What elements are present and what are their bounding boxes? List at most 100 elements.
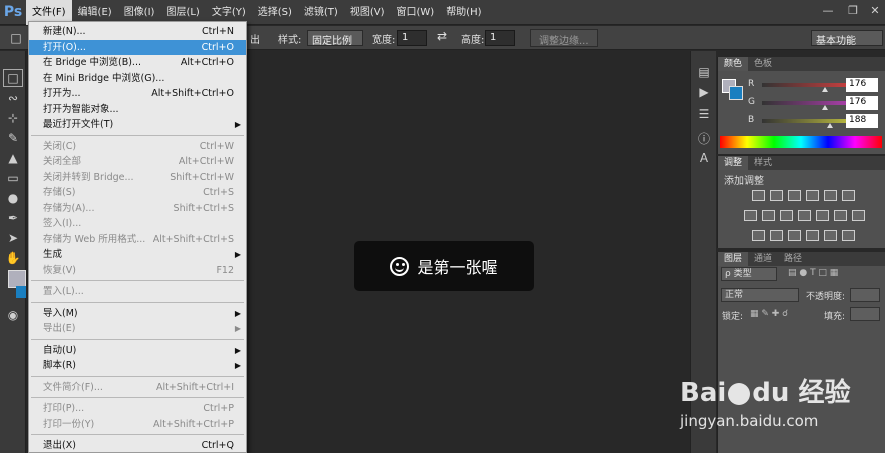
adjustment-preset-icon[interactable]: [806, 190, 819, 201]
file-menu-item: 置入(L)...: [29, 284, 246, 299]
marquee-preset-icon[interactable]: □: [6, 29, 26, 47]
color-slider-g[interactable]: G 176: [718, 95, 885, 113]
filter-icons[interactable]: ▤ ● T □ ▦: [788, 268, 838, 278]
file-menu-item[interactable]: 新建(N)... Ctrl+N: [29, 24, 246, 39]
file-menu-item[interactable]: 脚本(R) ▶: [29, 358, 246, 373]
character-icon[interactable]: A: [694, 149, 714, 167]
file-menu-item[interactable]: 打开(O)... Ctrl+O: [29, 39, 246, 55]
tab-styles[interactable]: 样式: [748, 156, 778, 170]
file-menu-item: 签入(I)...: [29, 216, 246, 231]
background-color-swatch[interactable]: [16, 286, 26, 298]
swap-icon[interactable]: ⇄: [437, 29, 447, 43]
quick-mask-icon[interactable]: ◉: [3, 306, 23, 324]
lock-icons[interactable]: ▦ ✎ ✚ ☌: [750, 309, 788, 319]
submenu-arrow-icon: ▶: [234, 345, 241, 355]
path-select-tool-icon[interactable]: ➤: [3, 229, 23, 247]
file-menu-item[interactable]: 自动(U) ▶: [29, 343, 246, 358]
menu-item[interactable]: 视图(V): [344, 0, 391, 25]
slider-value-input[interactable]: 176: [846, 96, 878, 110]
file-menu-item[interactable]: 最近打开文件(T) ▶: [29, 117, 246, 132]
slider-value-input[interactable]: 188: [846, 114, 878, 128]
adjustment-preset-icon[interactable]: [852, 210, 865, 221]
pen-tool-icon[interactable]: ✒: [3, 209, 23, 227]
slider-knob[interactable]: [822, 105, 829, 110]
menu-item-label: 导入(M): [43, 307, 78, 319]
blend-mode-select[interactable]: 正常: [721, 288, 799, 302]
info-icon[interactable]: ⓘ: [694, 129, 714, 147]
width-input[interactable]: 1: [397, 30, 427, 46]
slider-value-input[interactable]: 176: [846, 78, 878, 92]
tab-color[interactable]: 颜色: [718, 57, 749, 71]
height-input[interactable]: 1: [485, 30, 515, 46]
adjustment-preset-icon[interactable]: [824, 230, 837, 241]
hand-tool-icon[interactable]: ✋: [3, 249, 23, 267]
menu-item[interactable]: 选择(S): [252, 0, 298, 25]
adjustment-preset-icon[interactable]: [752, 230, 765, 241]
tab-swatches[interactable]: 色板: [748, 57, 778, 71]
file-menu-item[interactable]: 打开为智能对象...: [29, 102, 246, 117]
file-menu-item[interactable]: 生成 ▶: [29, 247, 246, 262]
menu-item[interactable]: 帮助(H): [440, 0, 487, 25]
adjustment-preset-icon[interactable]: [816, 210, 829, 221]
adjustment-preset-icon[interactable]: [752, 190, 765, 201]
eraser-tool-icon[interactable]: ▭: [3, 169, 23, 187]
adjustment-preset-icon[interactable]: [834, 210, 847, 221]
adjustment-preset-icon[interactable]: [824, 190, 837, 201]
menu-item[interactable]: 滤镜(T): [298, 0, 344, 25]
color-panel: 颜色 色板 R 176 G 176 B 188: [717, 57, 885, 154]
opacity-input[interactable]: [850, 288, 880, 302]
file-menu-item[interactable]: 导入(M) ▶: [29, 306, 246, 321]
color-slider-b[interactable]: B 188: [718, 113, 885, 131]
history-icon[interactable]: ▤: [694, 63, 714, 81]
file-menu-item[interactable]: 打开为... Alt+Shift+Ctrl+O: [29, 86, 246, 101]
marquee-tool-icon[interactable]: □: [3, 69, 23, 87]
style-select[interactable]: 固定比例: [307, 30, 363, 47]
adjustment-preset-icon[interactable]: [770, 190, 783, 201]
adjustment-preset-icon[interactable]: [762, 210, 775, 221]
workspace-select[interactable]: 基本功能: [811, 30, 883, 47]
fill-input[interactable]: [850, 307, 880, 321]
adjustment-preset-icon[interactable]: [842, 190, 855, 201]
menu-item-label: 打印一份(Y): [43, 418, 95, 430]
fill-label: 填充:: [824, 312, 846, 322]
adjustment-preset-icon[interactable]: [798, 210, 811, 221]
file-menu-item[interactable]: 在 Bridge 中浏览(B)... Alt+Ctrl+O: [29, 55, 246, 70]
tab-channels[interactable]: 通道: [748, 252, 778, 266]
tab-adjustments[interactable]: 调整: [718, 156, 749, 170]
adjustment-preset-icon[interactable]: [788, 230, 801, 241]
menu-item-label: 打开为...: [43, 88, 81, 99]
adjustment-preset-icon[interactable]: [788, 190, 801, 201]
stamp-tool-icon[interactable]: ▲: [3, 149, 23, 167]
properties-icon[interactable]: ☰: [694, 105, 714, 123]
blur-tool-icon[interactable]: ●: [3, 189, 23, 207]
slider-label: R: [748, 79, 755, 89]
adjustment-preset-icon[interactable]: [744, 210, 757, 221]
layers-panel-tabs: 图层 通道 路径: [718, 252, 885, 266]
minimize-icon[interactable]: —: [815, 0, 841, 20]
brush-tool-icon[interactable]: ✎: [3, 129, 23, 147]
adjustment-preset-icon[interactable]: [780, 210, 793, 221]
menu-item[interactable]: 窗口(W): [390, 0, 440, 25]
adjustment-preset-icon[interactable]: [770, 230, 783, 241]
watermark-product: 经验: [798, 378, 851, 408]
color-slider-r[interactable]: R 176: [718, 77, 885, 95]
layer-kind-filter[interactable]: ρ 类型: [721, 267, 777, 281]
tab-paths[interactable]: 路径: [778, 252, 808, 266]
actions-icon[interactable]: ▶: [694, 83, 714, 101]
slider-track[interactable]: [762, 119, 854, 123]
file-menu-item[interactable]: 在 Mini Bridge 中浏览(G)...: [29, 71, 246, 86]
tab-layers[interactable]: 图层: [718, 252, 749, 266]
file-menu-item[interactable]: 退出(X) Ctrl+Q: [29, 438, 246, 453]
refine-edge-button[interactable]: 调整边缘...: [530, 29, 598, 47]
slider-track[interactable]: [762, 101, 854, 105]
slider-knob[interactable]: [822, 87, 829, 92]
slider-knob[interactable]: [827, 123, 834, 128]
slider-track[interactable]: [762, 83, 854, 87]
submenu-arrow-icon: ▶: [234, 250, 241, 259]
color-spectrum-bar[interactable]: [720, 136, 882, 148]
crop-tool-icon[interactable]: ⊹: [3, 109, 23, 127]
adjustment-preset-icon[interactable]: [806, 230, 819, 241]
lasso-tool-icon[interactable]: ∾: [3, 89, 23, 107]
close-icon[interactable]: ✕: [862, 0, 885, 20]
adjustment-preset-icon[interactable]: [842, 230, 855, 241]
